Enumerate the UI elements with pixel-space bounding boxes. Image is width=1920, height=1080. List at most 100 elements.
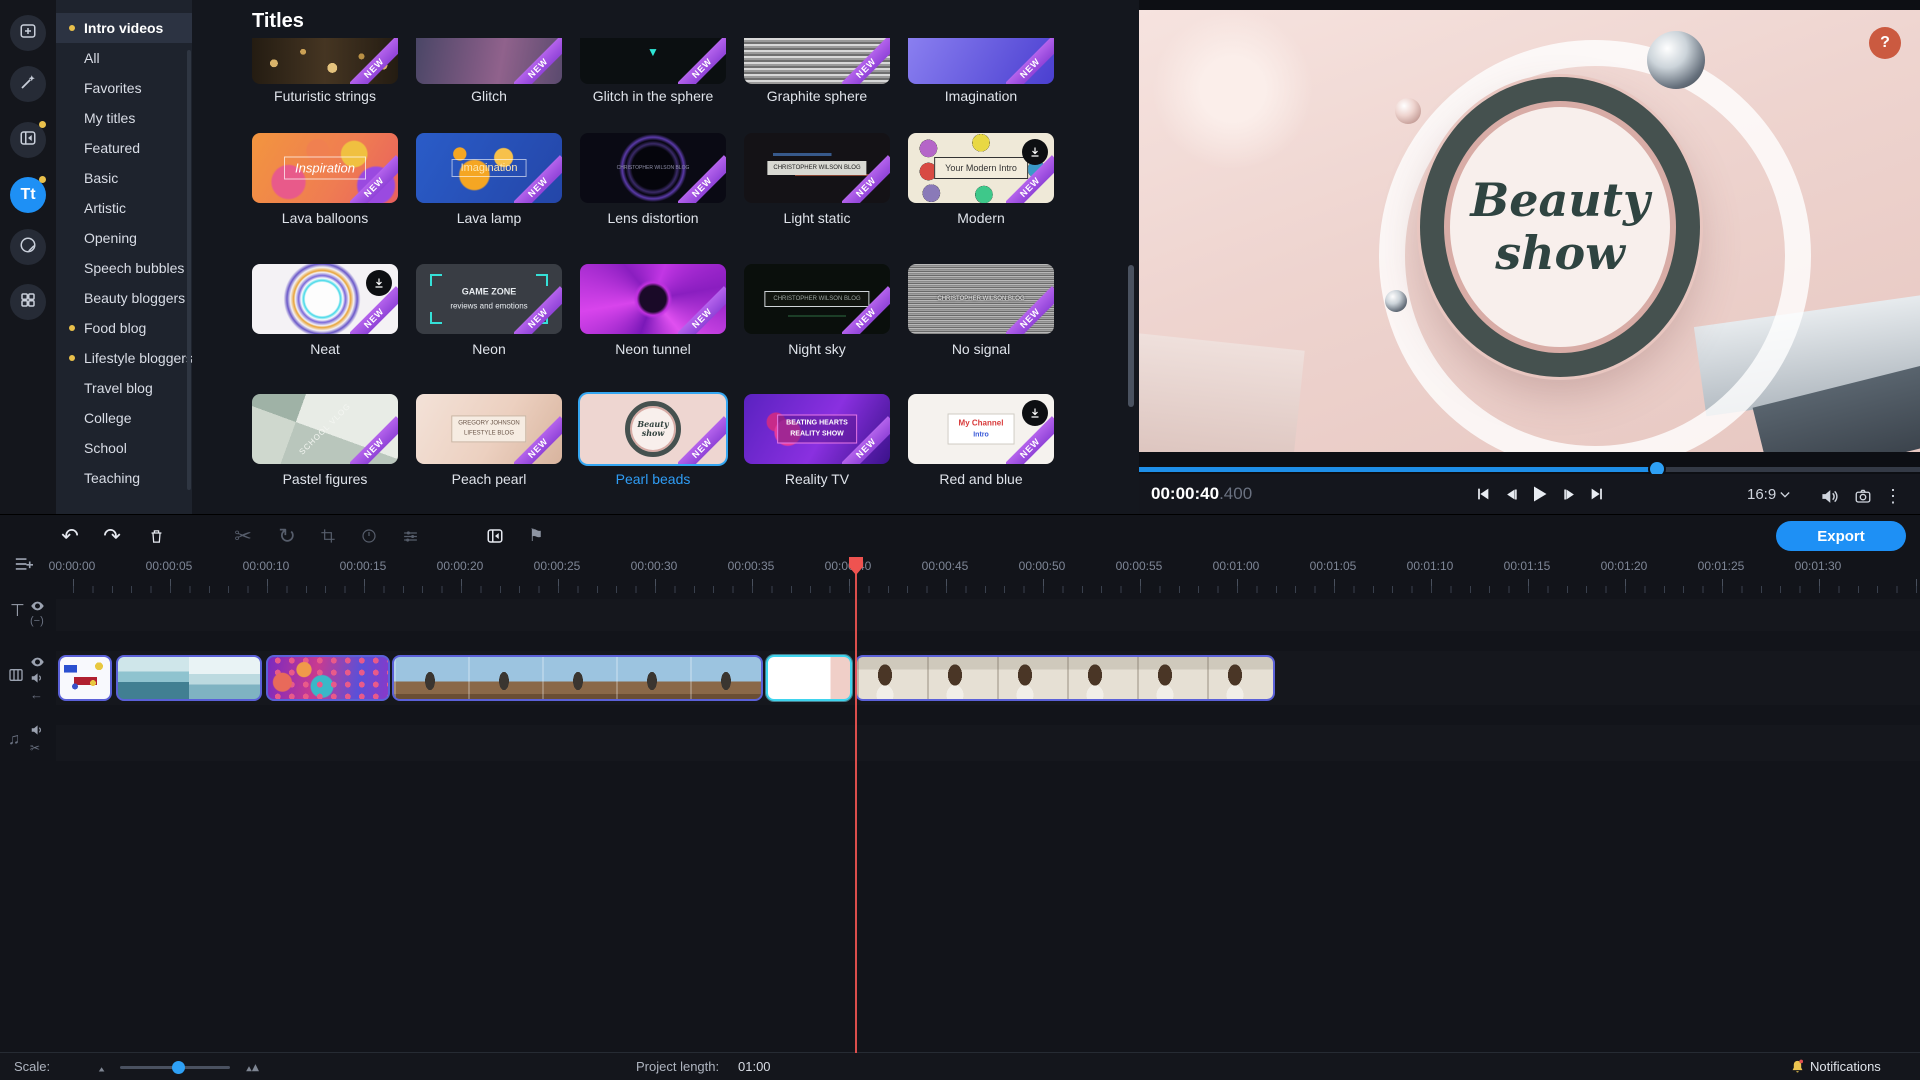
help-button[interactable]: ?: [1869, 27, 1901, 59]
title-template-futuristic-strings: NEW Futuristic strings: [252, 38, 398, 84]
new-ribbon: NEW: [678, 155, 726, 203]
skip-start-button[interactable]: [1471, 482, 1495, 506]
app-window: Tt Intro videos All Favorites My titles …: [0, 0, 1920, 1080]
new-ribbon: NEW: [1006, 416, 1054, 464]
add-media-button[interactable]: [10, 15, 46, 51]
new-ribbon: NEW: [842, 286, 890, 334]
category-teaching[interactable]: Teaching: [56, 463, 192, 493]
title-track[interactable]: [56, 599, 1920, 631]
seek-fill: [1139, 467, 1657, 472]
category-college[interactable]: College: [56, 403, 192, 433]
crop-button[interactable]: [313, 521, 343, 551]
zoom-in-icon[interactable]: [244, 1060, 264, 1079]
audio-track-split-icon[interactable]: ✂: [30, 741, 40, 755]
clip-ocean[interactable]: [116, 655, 262, 701]
transition-wizard-button[interactable]: [480, 521, 510, 551]
undo-button[interactable]: ↶: [55, 521, 85, 551]
category-lifestyle-bloggers[interactable]: Lifestyle bloggers: [56, 343, 192, 373]
titles-scrollbar[interactable]: [1128, 265, 1134, 407]
new-ribbon: NEW: [514, 38, 562, 84]
marker-flag-button[interactable]: ⚑: [521, 521, 551, 551]
skip-end-button[interactable]: [1585, 482, 1609, 506]
category-beauty-bloggers[interactable]: Beauty bloggers: [56, 283, 192, 313]
audio-track[interactable]: [56, 725, 1920, 761]
category-basic[interactable]: Basic: [56, 163, 192, 193]
video-preview[interactable]: Beauty show ?: [1139, 10, 1920, 452]
category-artistic[interactable]: Artistic: [56, 193, 192, 223]
clip-speed-button[interactable]: [354, 521, 384, 551]
track-list-button[interactable]: [14, 555, 34, 578]
delete-button[interactable]: [141, 521, 171, 551]
new-ribbon: NEW: [514, 416, 562, 464]
category-featured[interactable]: Featured: [56, 133, 192, 163]
filters-button[interactable]: [10, 66, 46, 102]
next-frame-button[interactable]: [1557, 482, 1581, 506]
category-speech-bubbles[interactable]: Speech bubbles: [56, 253, 192, 283]
transitions-button[interactable]: [10, 122, 46, 158]
new-ribbon: NEW: [678, 416, 726, 464]
rotate-button[interactable]: ↻: [272, 521, 302, 551]
video-track-back-icon[interactable]: ←: [30, 687, 43, 702]
title-template-light-static: CHRISTOPHER WILSON BLOGNEW Light static: [744, 133, 890, 203]
new-ribbon: NEW: [514, 155, 562, 203]
new-ribbon: NEW: [678, 286, 726, 334]
timeline-ruler[interactable]: 00:00:00 00:00:05 00:00:10 00:00:15 00:0…: [0, 557, 1920, 593]
title-template-neat: NEW Neat: [252, 264, 398, 334]
zoom-out-icon[interactable]: [96, 1061, 110, 1079]
grid-icon: [19, 291, 37, 314]
clip-bubbles[interactable]: [266, 655, 390, 701]
more-options-button[interactable]: ⋮: [1881, 484, 1905, 508]
snapshot-button[interactable]: [1851, 484, 1875, 508]
export-button[interactable]: Export: [1776, 521, 1906, 551]
title-track-link-toggle[interactable]: (−): [30, 615, 44, 627]
title-circle: Beauty show: [1420, 77, 1700, 377]
title-template-peach-pearl: GREGORY JOHNSONLIFESTYLE BLOGNEW Peach p…: [416, 394, 562, 464]
category-opening[interactable]: Opening: [56, 223, 192, 253]
title-template-red-and-blue: My ChannelIntro NEW Red and blue: [908, 394, 1054, 464]
chevron-down-icon: [1780, 491, 1790, 499]
category-my-titles[interactable]: My titles: [56, 103, 192, 133]
audio-track-mute-toggle[interactable]: [30, 723, 44, 742]
category-intro-videos[interactable]: Intro videos: [56, 13, 192, 43]
clip-walking-woman[interactable]: [855, 655, 1275, 701]
scale-slider-handle[interactable]: [172, 1061, 185, 1074]
stickers-button[interactable]: [10, 229, 46, 265]
title-template-neon: GAME ZONEreviews and emotions NEW Neon: [416, 264, 562, 334]
new-ribbon: NEW: [678, 38, 726, 84]
category-all[interactable]: All: [56, 43, 192, 73]
redo-button[interactable]: ↷: [97, 521, 127, 551]
previous-frame-button[interactable]: [1499, 482, 1523, 506]
preview-title-line2: show: [1495, 227, 1625, 280]
volume-button[interactable]: [1817, 484, 1841, 508]
clip-intro-graphics[interactable]: [58, 655, 112, 701]
category-scrollbar[interactable]: [187, 50, 191, 490]
category-travel-blog[interactable]: Travel blog: [56, 373, 192, 403]
panel-title: Titles: [252, 10, 304, 33]
transitions-icon: [19, 129, 37, 152]
category-school[interactable]: School: [56, 433, 192, 463]
new-ribbon: NEW: [350, 38, 398, 84]
new-ribbon: NEW: [350, 155, 398, 203]
split-button[interactable]: ✂: [228, 521, 258, 551]
color-adjustments-button[interactable]: [395, 521, 425, 551]
clip-pearl-beads-title[interactable]: [766, 655, 852, 701]
title-template-pastel-figures: SCHOOL VLOGNEW Pastel figures: [252, 394, 398, 464]
scale-slider[interactable]: [120, 1066, 230, 1069]
category-favorites[interactable]: Favorites: [56, 73, 192, 103]
notifications-label[interactable]: Notifications: [1810, 1059, 1881, 1074]
aspect-ratio-dropdown[interactable]: 16:9: [1747, 486, 1790, 503]
add-media-icon: [19, 22, 37, 45]
category-food-blog[interactable]: Food blog: [56, 313, 192, 343]
new-dot: [69, 325, 75, 331]
more-tools-button[interactable]: [10, 284, 46, 320]
clip-jumping-people[interactable]: [392, 655, 763, 701]
transitions-new-badge: [39, 121, 46, 128]
seek-bar[interactable]: [1139, 467, 1920, 472]
title-template-pearl-beads: Beautyshow NEW Pearl beads: [580, 394, 726, 464]
scale-label: Scale:: [14, 1059, 50, 1074]
title-template-lava-lamp: ImaginationNEW Lava lamp: [416, 133, 562, 203]
timeline-section: ↶ ↷ ✂ ↻ ⚑ Export 00:00:00 00:00:05 00:00…: [0, 514, 1920, 1053]
titles-button[interactable]: Tt: [10, 177, 46, 213]
play-button[interactable]: [1527, 482, 1551, 506]
notifications-bell-icon[interactable]: [1790, 1059, 1805, 1080]
